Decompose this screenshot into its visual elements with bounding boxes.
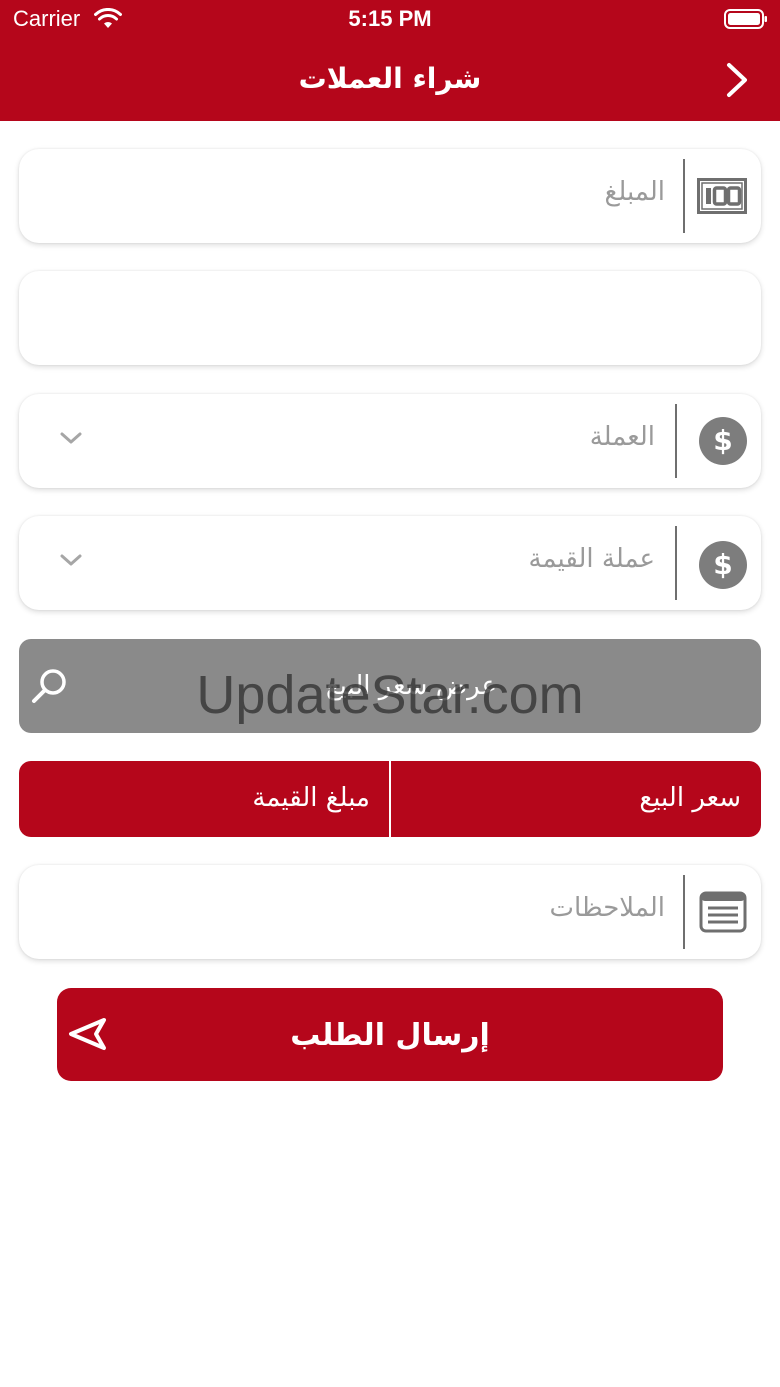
field-divider [683,875,685,949]
status-time: 5:15 PM [348,6,432,31]
value-currency-placeholder: عملة القيمة [528,544,655,574]
show-selling-rate-label: عرض سعر البيع [325,671,497,701]
cash-icon [697,178,747,214]
notes-placeholder: الملاحظات [549,893,666,923]
amount-field[interactable]: المبلغ [19,149,761,243]
page-title: شراء العملات [298,62,482,95]
field-divider [675,404,677,478]
summary-divider [389,761,391,837]
currency-select[interactable]: $ العملة [19,394,761,488]
submit-request-button[interactable]: إرسال الطلب [57,988,723,1081]
chevron-down-icon [60,554,82,566]
selling-price-label: سعر البيع [639,783,741,813]
chevron-right-icon[interactable] [722,60,752,100]
price-summary-bar: سعر البيع مبلغ القيمة [19,761,761,837]
field-divider [683,159,685,233]
amount-placeholder: المبلغ [604,177,665,207]
show-selling-rate-button[interactable]: عرض سعر البيع [19,639,761,733]
dollar-icon: $ [699,541,747,589]
value-amount-label: مبلغ القيمة [252,783,370,813]
notes-icon [699,891,747,933]
notes-field[interactable]: الملاحظات [19,865,761,959]
search-icon [32,669,66,703]
chevron-down-icon [60,432,82,444]
empty-field[interactable] [19,271,761,365]
status-bar: Carrier 5:15 PM [0,0,780,40]
value-currency-select[interactable]: $ عملة القيمة [19,516,761,610]
app-header: Carrier 5:15 PM شراء العملات [0,0,780,121]
battery-icon [724,9,767,29]
currency-placeholder: العملة [589,422,655,452]
field-divider [675,526,677,600]
dollar-icon: $ [699,417,747,465]
submit-request-label: إرسال الطلب [290,1018,490,1053]
